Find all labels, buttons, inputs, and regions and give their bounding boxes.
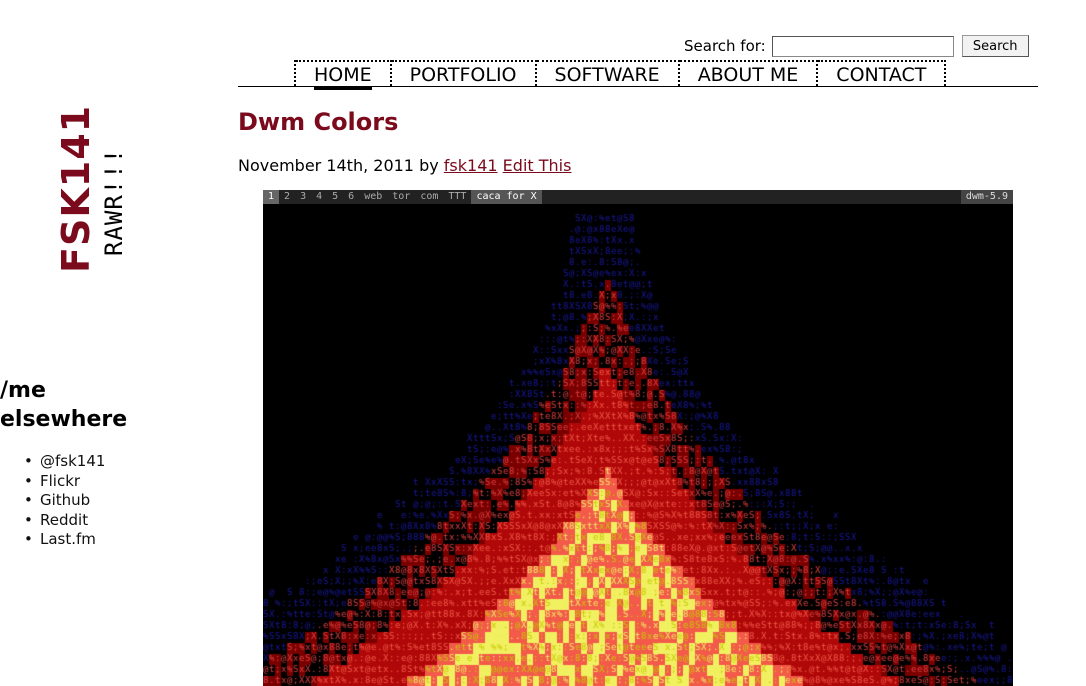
dwm-tag-ttt: TTT <box>448 191 467 202</box>
site-tagline: RAWR!!! <box>100 147 128 256</box>
dwm-version: dwm-5.9 <box>960 190 1013 204</box>
site-logo[interactable]: FSK141 <box>54 98 98 273</box>
dwm-tag-1: 1 <box>263 190 280 204</box>
link-flickr[interactable]: Flickr <box>24 472 105 492</box>
nav-portfolio[interactable]: PORTFOLIO <box>391 60 537 86</box>
nav-home-label: HOME <box>314 64 372 90</box>
dwm-tag-5: 5 <box>332 191 339 202</box>
dwm-window-title: caca for X <box>471 190 542 204</box>
search-label: Search for: <box>684 37 766 55</box>
nav-software[interactable]: SOFTWARE <box>536 60 680 86</box>
search-input[interactable] <box>771 35 954 57</box>
search-form: Search for: Search <box>684 34 1029 58</box>
post-meta: November 14th, 2011 by fsk141 Edit This <box>238 156 571 176</box>
site-brand: FSK141 RAWR!!! <box>50 98 130 273</box>
link-twitter[interactable]: @fsk141 <box>24 452 105 472</box>
sidebar-title-line1: /me <box>0 378 46 403</box>
post-edit-link[interactable]: Edit This <box>503 156 572 175</box>
dwm-tag-4: 4 <box>316 191 323 202</box>
sidebar-title-line2: elsewhere <box>0 407 128 432</box>
dwm-bar: 1 2 3 4 5 6 web tor com TTT caca for X d… <box>263 190 1013 204</box>
post-by: by <box>419 156 439 175</box>
dwm-tag-6: 6 <box>348 191 355 202</box>
nav-about[interactable]: ABOUT ME <box>679 60 819 86</box>
nav-contact[interactable]: CONTACT <box>818 60 947 86</box>
post-date: November 14th, 2011 <box>238 156 414 175</box>
ascii-fire-art <box>263 204 1013 686</box>
post-title[interactable]: Dwm Colors <box>238 108 398 136</box>
link-lastfm[interactable]: Last.fm <box>24 530 105 550</box>
dwm-tag-web: web <box>364 191 383 202</box>
dwm-tag-com: com <box>420 191 439 202</box>
main-nav: HOME PORTFOLIO SOFTWARE ABOUT ME CONTACT <box>238 60 1038 90</box>
link-reddit[interactable]: Reddit <box>24 511 105 531</box>
dwm-tag-3: 3 <box>300 191 307 202</box>
elsewhere-links: @fsk141 Flickr Github Reddit Last.fm <box>24 452 105 550</box>
link-github[interactable]: Github <box>24 491 105 511</box>
dwm-tag-tor: tor <box>392 191 411 202</box>
nav-home[interactable]: HOME <box>296 60 392 90</box>
search-button[interactable]: Search <box>961 35 1029 57</box>
sidebar-title: /me elsewhere <box>0 376 127 434</box>
dwm-tag-2: 2 <box>284 191 291 202</box>
post-screenshot[interactable]: 1 2 3 4 5 6 web tor com TTT caca for X d… <box>263 190 1013 686</box>
post-author-link[interactable]: fsk141 <box>444 156 498 175</box>
